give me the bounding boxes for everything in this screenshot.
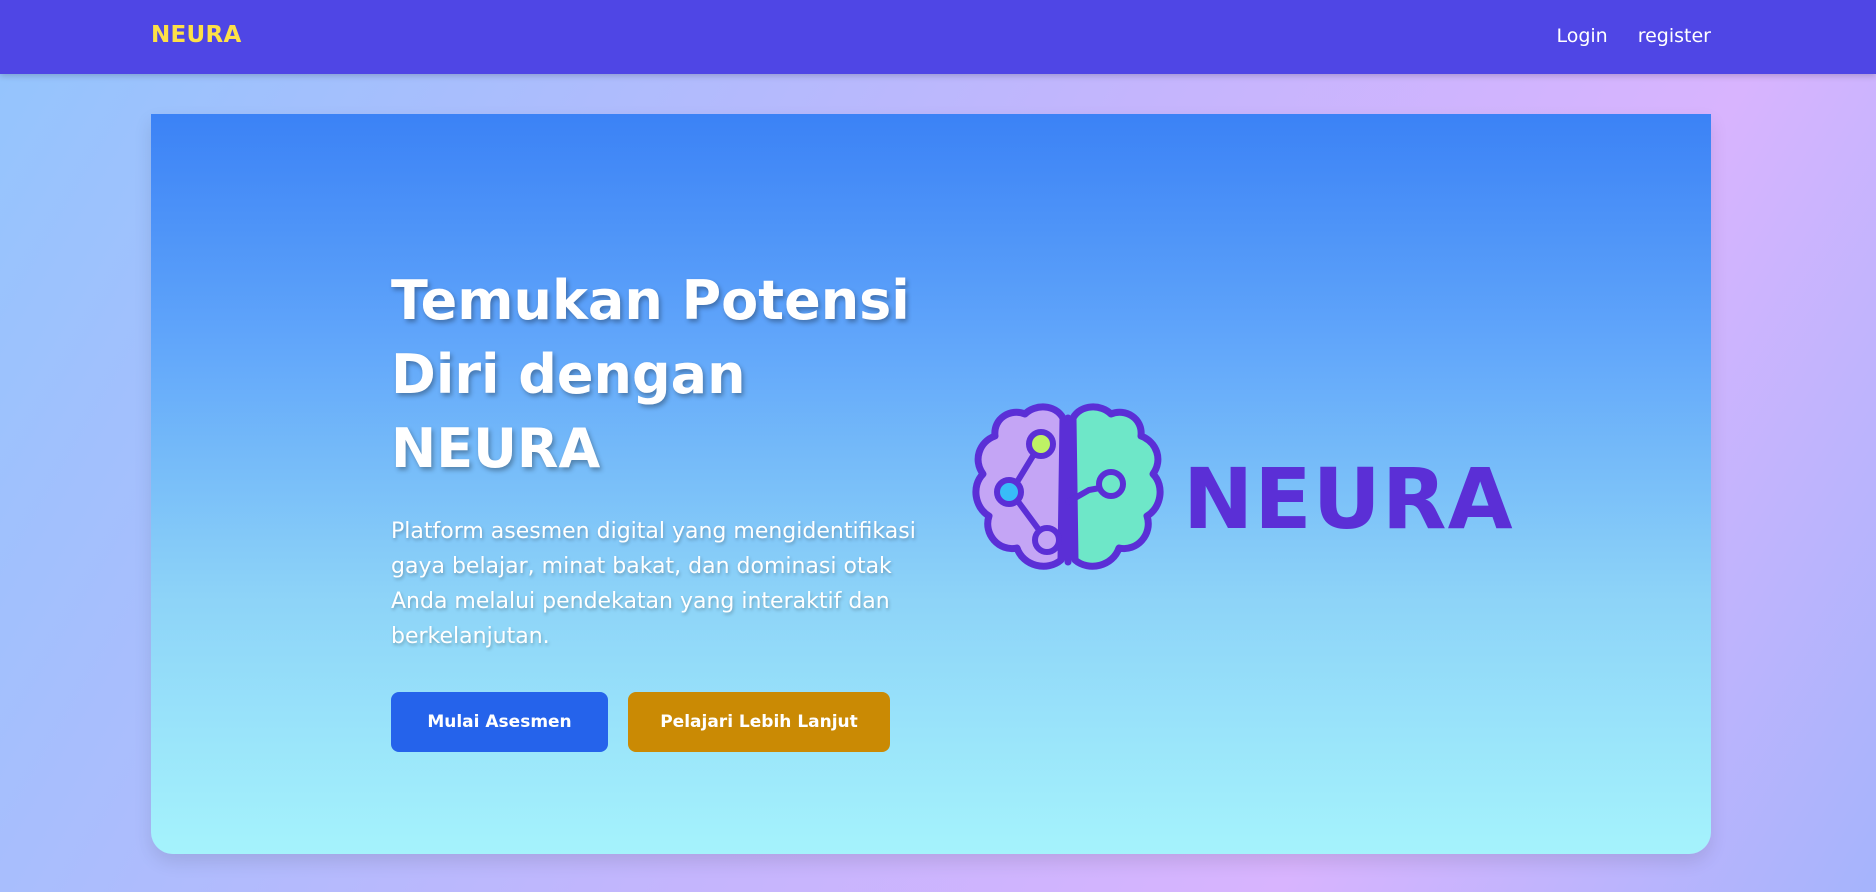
hero-section: Temukan Potensi Diri dengan NEURA Platfo… xyxy=(151,114,1711,854)
hero-title-line: Temukan Potensi xyxy=(391,269,910,332)
learn-more-button[interactable]: Pelajari Lebih Lanjut xyxy=(628,692,890,752)
register-link[interactable]: register xyxy=(1638,25,1711,47)
hero-description: Platform asesmen digital yang mengidenti… xyxy=(391,519,916,649)
brand-logo[interactable]: NEURA xyxy=(151,22,242,48)
hero-title: Temukan Potensi Diri dengan NEURA xyxy=(391,264,951,486)
navbar: NEURA Login register xyxy=(0,0,1876,74)
hero-title-line: Diri dengan xyxy=(391,343,746,406)
login-link[interactable]: Login xyxy=(1556,25,1607,47)
logo-text: NEURA xyxy=(1183,450,1514,548)
neura-logo: NEURA xyxy=(963,394,1513,594)
nav-links: Login register xyxy=(1556,25,1711,47)
hero-title-line: NEURA xyxy=(391,417,601,480)
brain-icon xyxy=(972,403,1164,570)
start-assessment-button[interactable]: Mulai Asesmen xyxy=(391,692,608,752)
